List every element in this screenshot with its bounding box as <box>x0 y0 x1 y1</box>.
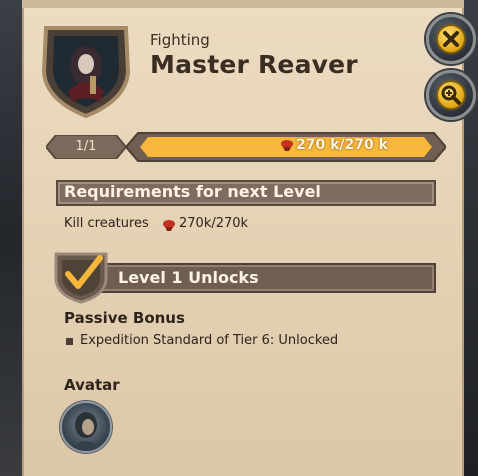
level-tag: 1/1 <box>46 135 126 159</box>
spec-crest-icon <box>41 26 131 119</box>
requirements-title: Requirements for next Level <box>64 182 321 201</box>
level-label: 1/1 <box>75 139 97 154</box>
progress-value: 270 k/270 k <box>296 137 388 153</box>
background-right <box>464 0 478 476</box>
creature-kill-icon <box>281 140 293 151</box>
passive-bonus-title: Passive Bonus <box>64 309 185 327</box>
requirement-label: Kill creatures <box>64 216 149 231</box>
background-left <box>0 0 22 476</box>
close-button[interactable] <box>426 14 476 64</box>
avatar-portrait-icon <box>70 412 102 451</box>
zoom-in-icon <box>436 80 466 110</box>
panel-top-edge <box>22 0 464 8</box>
unlocks-title: Level 1 Unlocks <box>118 268 259 287</box>
spec-category: Fighting <box>150 31 210 49</box>
creature-kill-icon <box>163 220 175 231</box>
zoom-button[interactable] <box>426 70 476 120</box>
bullet-icon <box>66 338 73 345</box>
avatar[interactable] <box>60 401 112 453</box>
spec-title: Master Reaver <box>150 50 358 79</box>
close-icon <box>436 24 466 54</box>
passive-bonus-item: Expedition Standard of Tier 6: Unlocked <box>80 333 339 348</box>
checkmark-icon <box>54 252 108 304</box>
avatar-title: Avatar <box>64 376 120 394</box>
requirement-value: 270k/270k <box>179 216 249 231</box>
